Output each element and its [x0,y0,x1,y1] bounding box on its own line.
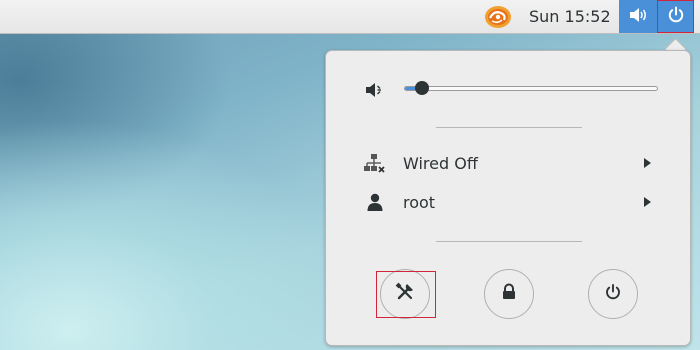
volume-icon [628,7,648,27]
volume-slider-handle[interactable] [414,81,429,95]
clock[interactable]: Sun 15:52 [529,7,611,26]
system-menu-button[interactable] [657,0,694,33]
lock-button[interactable] [484,269,534,319]
power-off-icon [604,283,622,305]
wired-network-item[interactable]: Wired Off [326,145,688,183]
user-item[interactable]: root [326,184,688,222]
lock-icon [500,283,518,305]
volume-indicator[interactable] [619,0,657,33]
user-icon [364,193,386,213]
volume-slider[interactable] [404,86,658,91]
separator [436,241,582,242]
power-icon [667,6,685,28]
wired-network-label: Wired Off [403,154,478,173]
submenu-arrow-icon [644,158,651,168]
selection-highlight [376,271,436,318]
top-bar: Sun 15:52 [0,0,700,34]
user-label: root [403,193,436,212]
separator [436,127,582,128]
power-off-button[interactable] [588,269,638,319]
speaker-muted-icon[interactable] [364,80,386,100]
submenu-arrow-icon [644,197,651,207]
app-menu-swirl-icon[interactable] [484,5,512,29]
network-wired-disconnected-icon [364,154,386,174]
